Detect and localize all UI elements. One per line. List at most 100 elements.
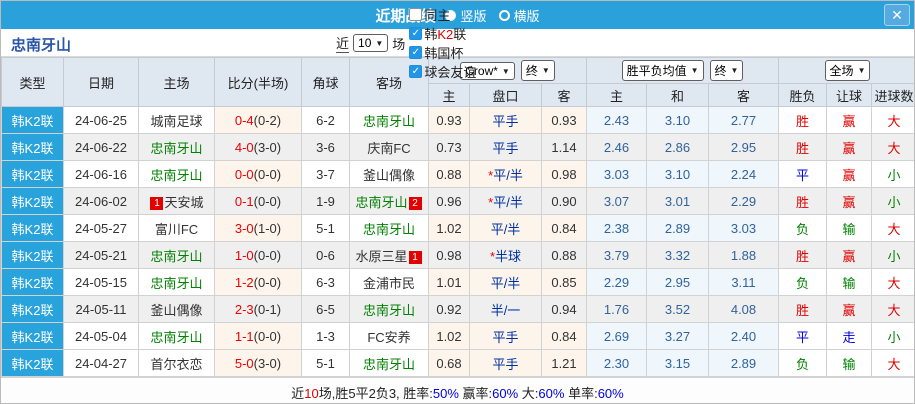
score-cell: 0-4(0-2) [214, 106, 302, 134]
scope-select[interactable]: 全场 ▼ [824, 60, 871, 81]
odds-final-select[interactable]: 终 ▼ [520, 60, 555, 81]
avg-type-select[interactable]: 胜平负均值 ▼ [621, 60, 704, 81]
avg-draw-cell: 3.27 [646, 322, 709, 350]
halftime-score: (0-0) [253, 274, 282, 290]
league-cell: 韩K2联 [1, 106, 64, 134]
col-avg-home: 主 [586, 83, 647, 107]
away-team-cell: 庆南FC [349, 133, 429, 161]
team-name: 忠南牙山 [150, 248, 203, 264]
checkbox-checked-icon[interactable]: ✓ [409, 65, 423, 78]
radio-horizontal-layout[interactable]: 横版 [498, 6, 540, 25]
away-team-cell: 忠南牙山 [349, 295, 429, 323]
result-wdl-cell: 胜 [778, 133, 828, 161]
checkbox-label: 同主 [424, 8, 451, 23]
avg-home-cell: 3.03 [586, 160, 647, 188]
result-wdl-cell: 负 [778, 349, 828, 377]
avg-draw-cell: 3.10 [646, 106, 709, 134]
fulltime-score: 4-0 [234, 139, 254, 155]
away-team-cell: 水原三星 1 [349, 241, 429, 269]
summary-footer: 近10场,胜5平2负3, 胜率:50% 赢率:60% 大:60% 单率:60% [1, 377, 914, 403]
team-name: 釜山偶像 [150, 302, 203, 318]
summary-segment: 近 [291, 385, 305, 401]
result-wdl-cell: 平 [778, 322, 828, 350]
odds-home-cell: 1.02 [428, 214, 470, 242]
result-goals-cell: 大 [871, 214, 914, 242]
result-handicap-cell: 走 [826, 322, 873, 350]
team-name: 忠南牙山 [150, 329, 203, 345]
team-name: 忠南牙山 [150, 167, 203, 183]
dropdown-arrow-icon: ▼ [690, 66, 699, 75]
avg-away-cell: 3.03 [707, 214, 780, 242]
avg-away-cell: 2.95 [707, 133, 780, 161]
odds-away-cell: 0.93 [541, 106, 587, 134]
result-handicap-cell: 赢 [826, 160, 873, 188]
result-handicap-cell: 赢 [826, 295, 873, 323]
table-row: 韩K2联 24-06-22 忠南牙山 4-0(3-0) 3-6 庆南FC 0.73 平手 1.1… [1, 133, 914, 161]
col-score: 比分(半场) [214, 57, 302, 107]
result-group-header: 全场 ▼ [778, 57, 914, 84]
fulltime-score: 1-1 [234, 328, 254, 344]
close-icon[interactable]: ✕ [884, 4, 910, 26]
recent-results-popup: 近期战绩 竖版 横版 ✕ 忠南牙山 近 10 ▼ 场 同主 ✓ 韩K2联 ✓ 韩国杯 ✓ 球… [0, 0, 915, 404]
league-cell: 韩K2联 [1, 160, 64, 188]
avg-draw-cell: 3.32 [646, 241, 709, 269]
halftime-score: (0-0) [253, 247, 282, 263]
home-team-cell: 首尔衣恋 [138, 349, 215, 377]
col-result-handicap: 让球 [826, 83, 873, 107]
result-goals-cell: 大 [871, 268, 914, 296]
date-cell: 24-04-27 [63, 349, 139, 377]
result-wdl-cell: 胜 [778, 187, 828, 215]
team-name: 忠南牙山 [362, 221, 415, 237]
handicap-cell: 平/半 [469, 214, 542, 242]
filter-checkbox-同主[interactable]: 同主 [409, 5, 476, 24]
away-team-cell: 忠南牙山 2 [349, 187, 429, 215]
fulltime-score: 1-0 [234, 247, 254, 263]
avg-away-cell: 3.11 [707, 268, 780, 296]
home-team-cell: 忠南牙山 [138, 133, 215, 161]
col-avg-draw: 和 [646, 83, 709, 107]
col-odds-away: 客 [541, 83, 587, 107]
checkbox-checked-icon[interactable]: ✓ [409, 46, 423, 59]
result-handicap-cell: 输 [826, 268, 873, 296]
col-corner: 角球 [301, 57, 350, 107]
recent-count-select[interactable]: 10 ▼ [353, 34, 389, 52]
corner-cell: 1-3 [301, 322, 350, 350]
corner-cell: 0-6 [301, 241, 350, 269]
fulltime-score: 2-3 [234, 301, 254, 317]
filter-controls: 近 10 ▼ 场 同主 ✓ 韩K2联 ✓ 韩国杯 ✓ 球会友谊 [336, 8, 476, 80]
avg-home-cell: 1.76 [586, 295, 647, 323]
avg-group-header: 胜平负均值 ▼ 终 ▼ [585, 57, 780, 84]
filter-checkbox-韩国杯[interactable]: ✓ 韩国杯 [409, 43, 476, 62]
fulltime-score: 0-4 [234, 112, 254, 128]
checkbox-checked-icon[interactable]: ✓ [409, 27, 423, 40]
table-row: 韩K2联 24-05-21 忠南牙山 1-0(0-0) 0-6 水原三星 1 0.98 *半球 0… [1, 241, 914, 269]
score-cell: 4-0(3-0) [214, 133, 302, 161]
league-cell: 韩K2联 [1, 187, 64, 215]
filter-checkbox-球会友谊[interactable]: ✓ 球会友谊 [409, 62, 476, 81]
avg-final-select[interactable]: 终 ▼ [709, 60, 744, 81]
handicap-change-star: * [488, 167, 494, 183]
result-goals-cell: 小 [871, 241, 914, 269]
filter-checkbox-韩K2联[interactable]: ✓ 韩K2联 [409, 24, 476, 43]
avg-away-cell: 2.40 [707, 322, 780, 350]
table-row: 韩K2联 24-06-25 城南足球 0-4(0-2) 6-2 忠南牙山 0.93 平手 0.9… [1, 106, 914, 134]
odds-home-cell: 0.73 [428, 133, 470, 161]
date-cell: 24-05-04 [63, 322, 139, 350]
checkbox-label: 韩国杯 [424, 46, 464, 61]
team-name: FC安养 [367, 329, 411, 345]
away-team-cell: 金浦市民 [349, 268, 429, 296]
checkbox-unchecked-icon[interactable] [409, 8, 423, 21]
radio-unselected-icon[interactable] [498, 9, 510, 21]
score-cell: 0-0(0-0) [214, 160, 302, 188]
handicap-cell: *平/半 [469, 187, 542, 215]
team-name: 庆南FC [367, 140, 411, 156]
matches-label: 场 [392, 36, 406, 52]
date-cell: 24-06-16 [63, 160, 139, 188]
halftime-score: (1-0) [253, 220, 282, 236]
score-cell: 0-1(0-0) [214, 187, 302, 215]
result-goals-cell: 小 [871, 322, 914, 350]
result-goals-cell: 小 [871, 187, 914, 215]
checkbox-label: 韩K2联 [424, 27, 467, 42]
away-team-cell: 忠南牙山 [349, 106, 429, 134]
table-row: 韩K2联 24-06-16 忠南牙山 0-0(0-0) 3-7 釜山偶像 0.88 *平/半 0… [1, 160, 914, 188]
